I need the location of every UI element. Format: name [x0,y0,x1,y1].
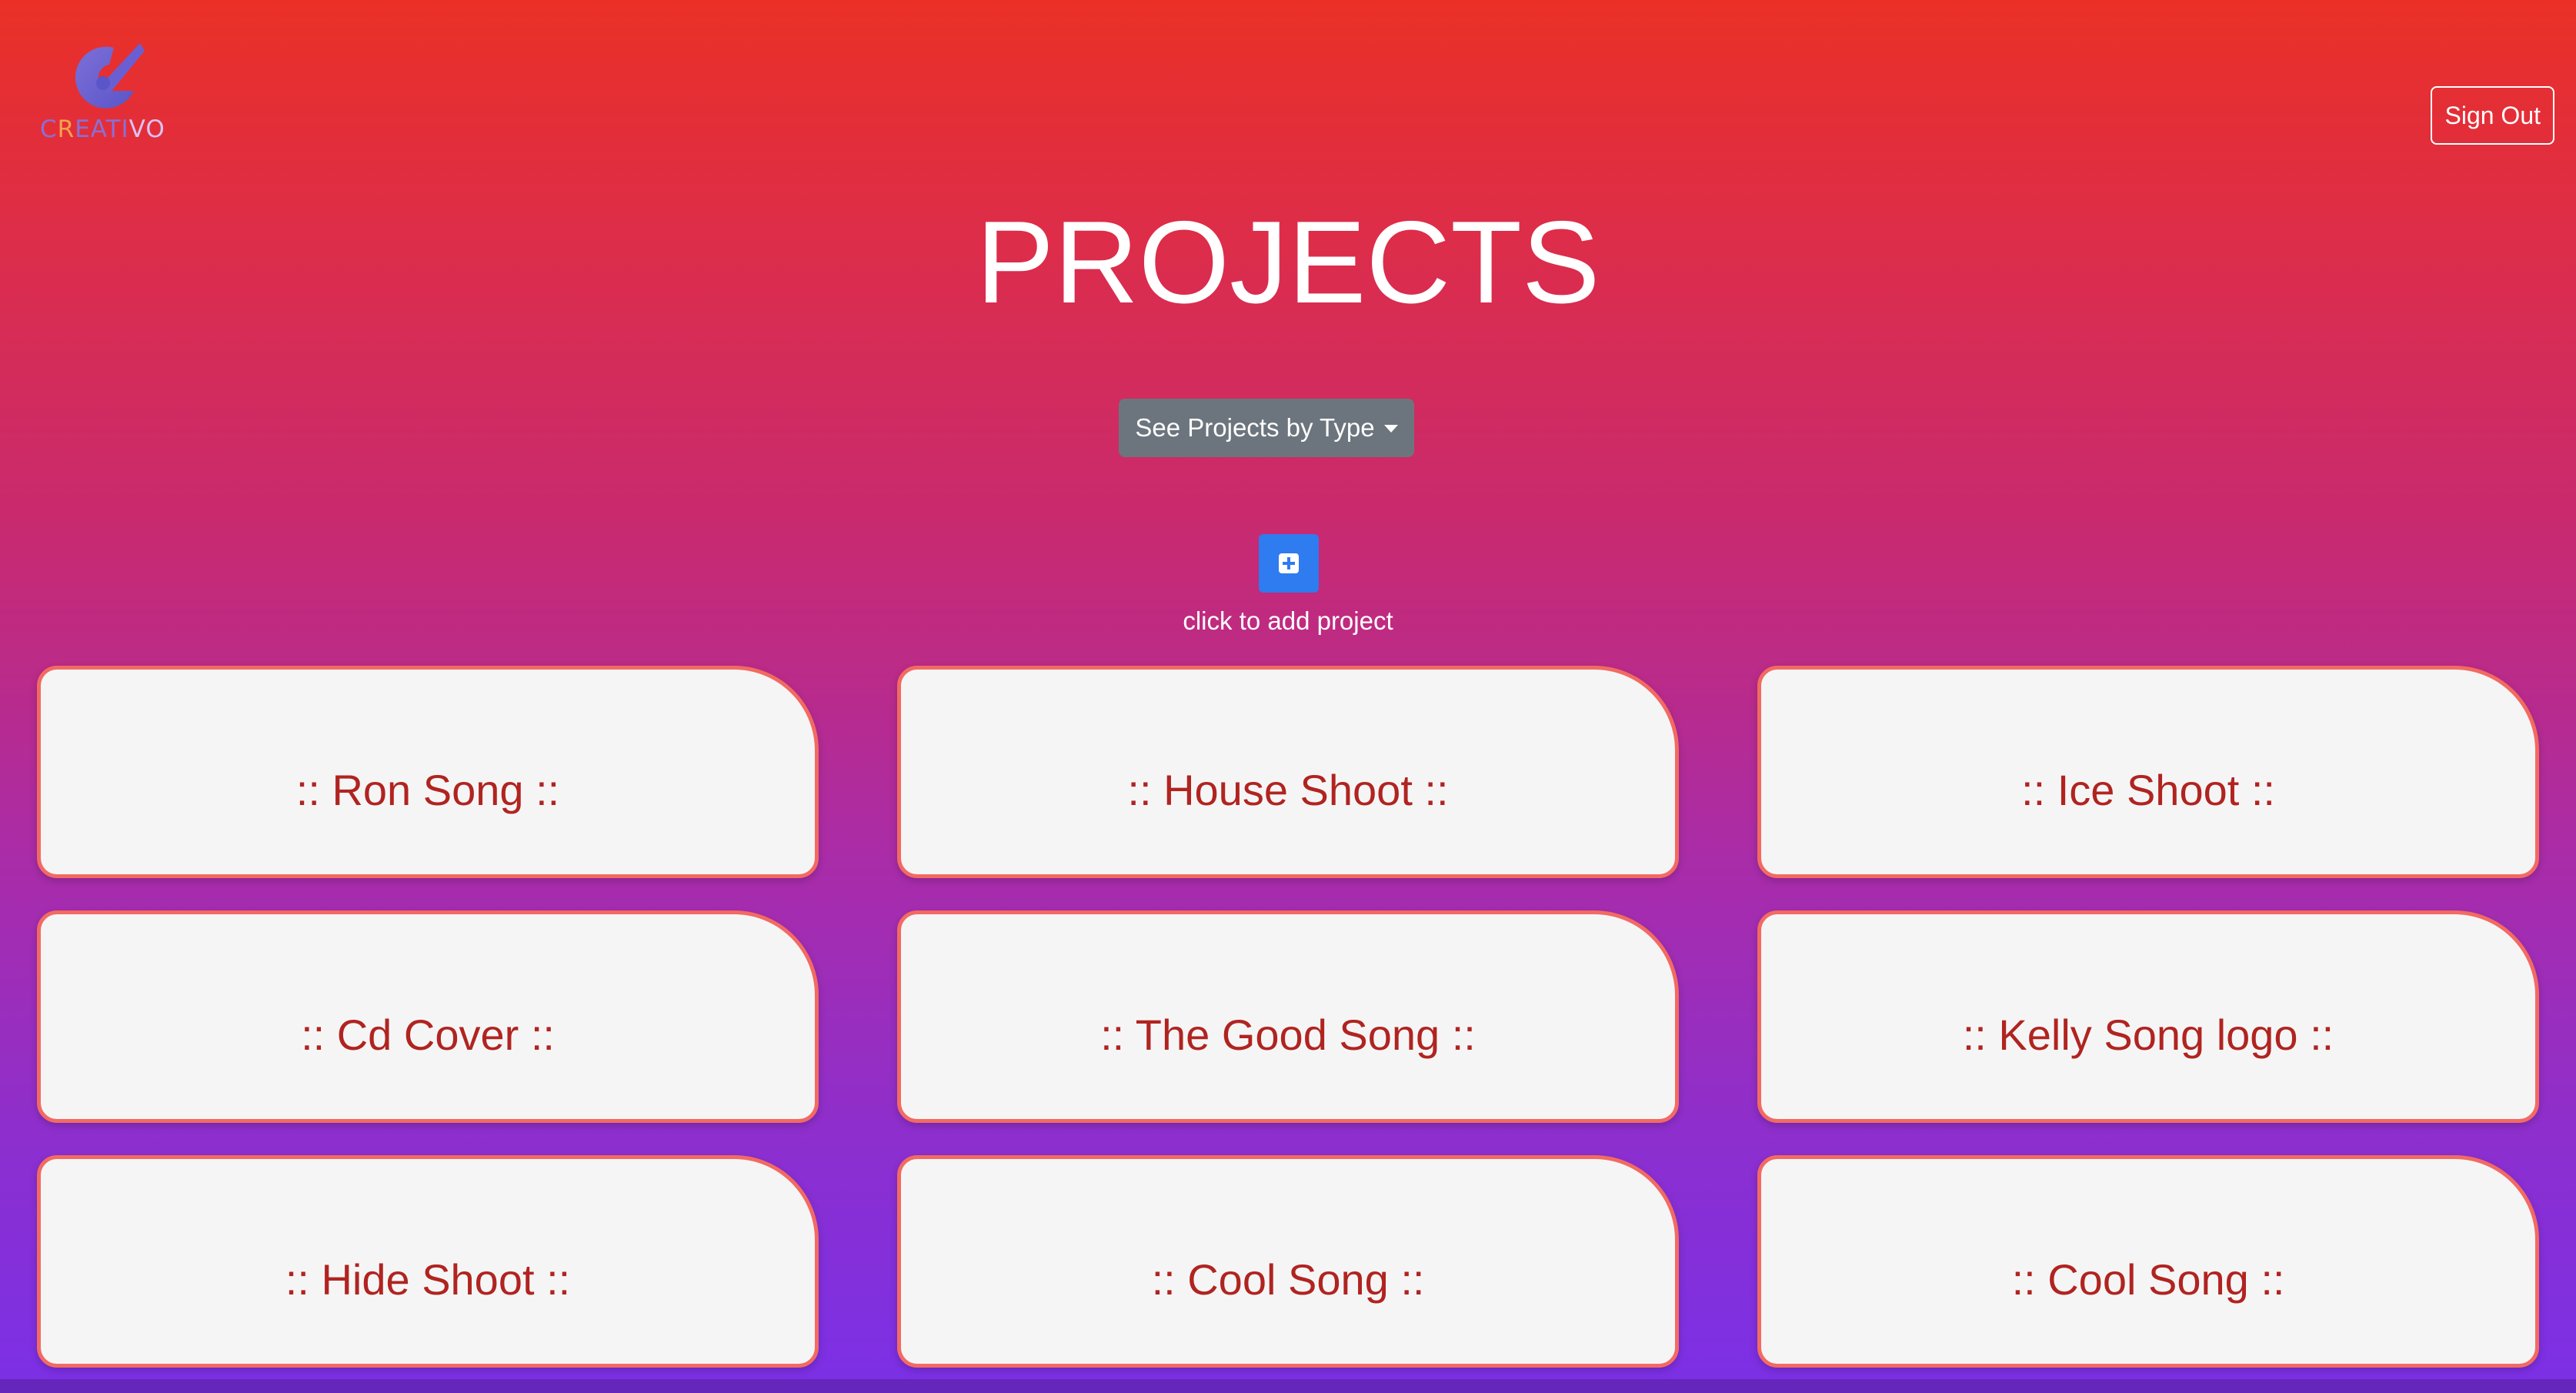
project-card-label: :: Ice Shoot :: [2021,765,2275,814]
project-card[interactable]: :: House Shoot :: [897,666,1679,878]
project-card-label: :: House Shoot :: [1127,765,1449,814]
project-card[interactable]: :: Cool Song :: [897,1155,1679,1368]
project-card[interactable]: :: Kelly Song logo :: [1757,910,2539,1123]
project-card-label: :: Kelly Song logo :: [1962,1010,2334,1059]
project-card[interactable]: :: Cd Cover :: [37,910,819,1123]
project-grid: :: Ron Song :: :: House Shoot :: :: Ice … [0,0,2576,1393]
project-card[interactable]: :: Hide Shoot :: [37,1155,819,1368]
project-card-label: :: Cool Song :: [1151,1254,1425,1304]
project-card-label: :: Hide Shoot :: [285,1254,571,1304]
project-card[interactable]: :: Ice Shoot :: [1757,666,2539,878]
project-card-label: :: Cd Cover :: [301,1010,555,1059]
project-card-label: :: Ron Song :: [295,765,560,814]
project-card-label: :: The Good Song :: [1100,1010,1476,1059]
project-card[interactable]: :: Cool Song :: [1757,1155,2539,1368]
project-card-label: :: Cool Song :: [2011,1254,2285,1304]
project-card[interactable]: :: Ron Song :: [37,666,819,878]
project-card[interactable]: :: The Good Song :: [897,910,1679,1123]
bottom-status-strip [0,1379,2576,1393]
